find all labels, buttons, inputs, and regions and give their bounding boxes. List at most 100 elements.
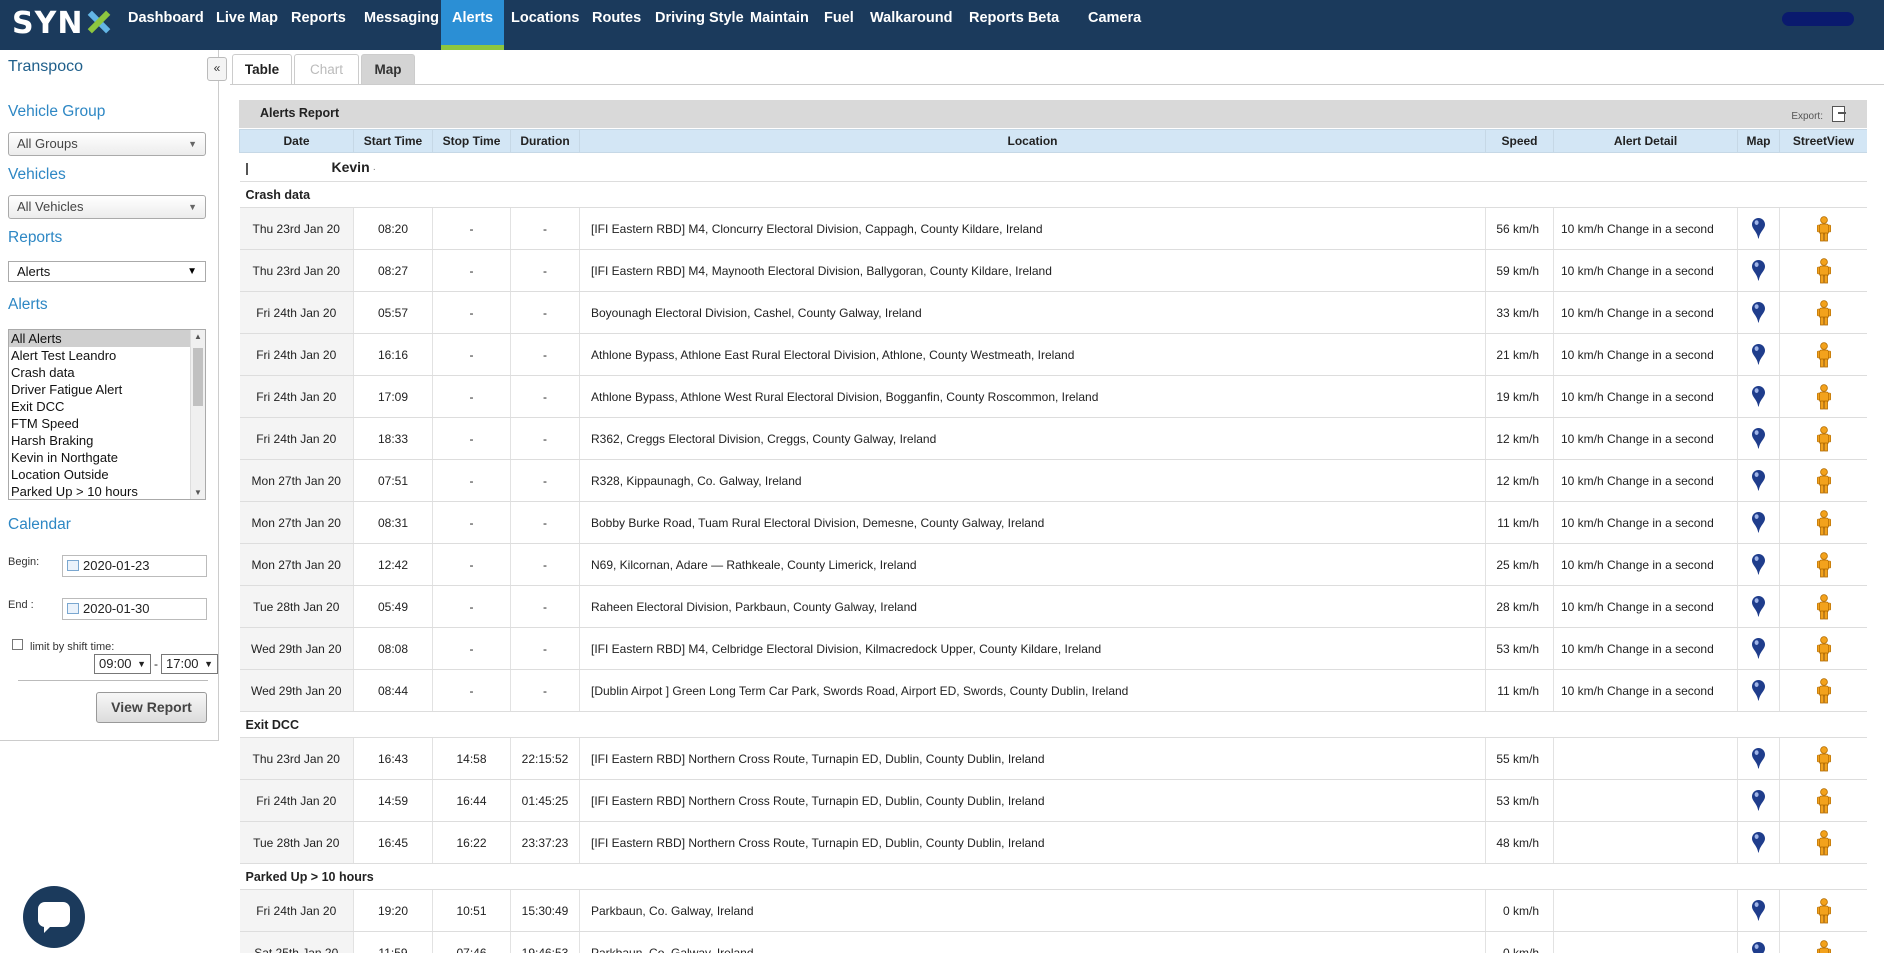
- calendar-icon[interactable]: [67, 603, 79, 614]
- table-row[interactable]: Fri 24th Jan 20 19:20 10:51 15:30:49 Parkbau…: [239, 889, 1867, 932]
- streetview-person-icon[interactable]: [1816, 897, 1832, 923]
- map-pin-icon[interactable]: [1752, 900, 1765, 921]
- map-pin-icon[interactable]: [1752, 302, 1765, 323]
- map-cell[interactable]: [1737, 291, 1780, 334]
- table-row[interactable]: Mon 27th Jan 20 07:51- - R328, Kippaunagh, …: [239, 459, 1867, 502]
- map-pin-icon[interactable]: [1752, 790, 1765, 811]
- table-row[interactable]: Wed 29th Jan 20 08:08- - [IFI Eastern RBD] …: [239, 627, 1867, 670]
- map-cell[interactable]: [1737, 249, 1780, 292]
- shift-time-checkbox[interactable]: [12, 639, 23, 650]
- map-cell[interactable]: [1737, 333, 1780, 376]
- alert-option[interactable]: Crash data: [9, 364, 205, 381]
- tab-map[interactable]: Map: [361, 54, 415, 84]
- streetview-cell[interactable]: [1779, 375, 1867, 418]
- streetview-cell[interactable]: [1779, 291, 1867, 334]
- vehicle-group-select[interactable]: All Groups ▼: [8, 132, 206, 156]
- streetview-cell[interactable]: [1779, 931, 1867, 953]
- streetview-cell[interactable]: [1779, 417, 1867, 460]
- table-row[interactable]: Thu 23rd Jan 20 08:27- - [IFI Eastern RBD] …: [239, 249, 1867, 292]
- user-account-menu[interactable]: [1782, 12, 1854, 26]
- nav-item-camera[interactable]: Camera: [1077, 0, 1152, 50]
- alert-option[interactable]: All Alerts: [9, 330, 205, 347]
- shift-start-select[interactable]: 09:00 ▼: [94, 654, 151, 674]
- streetview-person-icon[interactable]: [1816, 939, 1832, 953]
- alert-option[interactable]: Alert Test Leandro: [9, 347, 205, 364]
- map-pin-icon[interactable]: [1752, 470, 1765, 491]
- shift-end-select[interactable]: 17:00 ▼: [161, 654, 218, 674]
- streetview-cell[interactable]: [1779, 779, 1867, 822]
- column-header-duration[interactable]: Duration: [510, 129, 580, 153]
- streetview-cell[interactable]: [1779, 627, 1867, 670]
- map-cell[interactable]: [1737, 417, 1780, 460]
- alert-option[interactable]: FTM Speed: [9, 415, 205, 432]
- alert-option[interactable]: Driver Fatigue Alert: [9, 381, 205, 398]
- streetview-person-icon[interactable]: [1816, 787, 1832, 813]
- streetview-cell[interactable]: [1779, 501, 1867, 544]
- chat-bubble-icon[interactable]: [23, 886, 85, 948]
- column-header-alert-detail[interactable]: Alert Detail: [1553, 129, 1738, 153]
- scroll-thumb[interactable]: [193, 348, 203, 406]
- table-row[interactable]: Tue 28th Jan 20 16:45 16:22 23:37:23 [IFI Ea…: [239, 821, 1867, 864]
- table-row[interactable]: Sat 25th Jan 20 11:59 07:46 19:46:53 Parkbau…: [239, 931, 1867, 953]
- streetview-person-icon[interactable]: [1816, 383, 1832, 409]
- streetview-cell[interactable]: [1779, 207, 1867, 250]
- map-cell[interactable]: [1737, 543, 1780, 586]
- streetview-person-icon[interactable]: [1816, 635, 1832, 661]
- nav-item-messaging[interactable]: Messaging: [353, 0, 450, 50]
- streetview-person-icon[interactable]: [1816, 215, 1832, 241]
- streetview-person-icon[interactable]: [1816, 677, 1832, 703]
- table-row[interactable]: Fri 24th Jan 20 16:16- - Athlone Bypass, At…: [239, 333, 1867, 376]
- begin-date-input[interactable]: 2020-01-23: [62, 555, 207, 577]
- column-header-map[interactable]: Map: [1737, 129, 1780, 153]
- map-pin-icon[interactable]: [1752, 680, 1765, 701]
- alert-option[interactable]: Location Outside: [9, 466, 205, 483]
- view-report-button[interactable]: View Report: [96, 692, 207, 723]
- streetview-cell[interactable]: [1779, 249, 1867, 292]
- nav-item-locations[interactable]: Locations: [500, 0, 590, 50]
- streetview-person-icon[interactable]: [1816, 593, 1832, 619]
- tab-chart[interactable]: Chart: [294, 54, 359, 84]
- calendar-icon[interactable]: [67, 560, 79, 571]
- map-pin-icon[interactable]: [1752, 218, 1765, 239]
- table-row[interactable]: Fri 24th Jan 20 17:09- - Athlone Bypass, At…: [239, 375, 1867, 418]
- map-cell[interactable]: [1737, 889, 1780, 932]
- alerts-multiselect-list[interactable]: All Alerts Alert Test Leandro Crash data Dr…: [8, 329, 206, 500]
- column-header-date[interactable]: Date: [239, 129, 354, 153]
- streetview-person-icon[interactable]: [1816, 829, 1832, 855]
- column-header-streetview[interactable]: StreetView: [1779, 129, 1867, 153]
- export-icon[interactable]: [1832, 106, 1846, 122]
- streetview-cell[interactable]: [1779, 669, 1867, 712]
- collapse-sidebar-button[interactable]: «: [207, 57, 227, 81]
- alerts-list-scrollbar[interactable]: ▲ ▼: [190, 330, 205, 499]
- map-pin-icon[interactable]: [1752, 512, 1765, 533]
- map-cell[interactable]: [1737, 207, 1780, 250]
- map-pin-icon[interactable]: [1752, 942, 1765, 953]
- map-pin-icon[interactable]: [1752, 554, 1765, 575]
- reports-select[interactable]: Alerts ▼: [8, 261, 206, 282]
- map-cell[interactable]: [1737, 501, 1780, 544]
- map-pin-icon[interactable]: [1752, 832, 1765, 853]
- table-row[interactable]: Thu 23rd Jan 20 08:20- - [IFI Eastern RBD] …: [239, 207, 1867, 250]
- map-pin-icon[interactable]: [1752, 386, 1765, 407]
- map-cell[interactable]: [1737, 821, 1780, 864]
- streetview-person-icon[interactable]: [1816, 341, 1832, 367]
- alert-option[interactable]: Exit DCC: [9, 398, 205, 415]
- nav-item-fuel[interactable]: Fuel: [813, 0, 865, 50]
- map-cell[interactable]: [1737, 585, 1780, 628]
- alert-option[interactable]: Parked Up > 10 hours: [9, 483, 205, 499]
- map-pin-icon[interactable]: [1752, 344, 1765, 365]
- map-cell[interactable]: [1737, 737, 1780, 780]
- tab-table[interactable]: Table: [232, 54, 292, 84]
- nav-item-reports-beta[interactable]: Reports Beta: [958, 0, 1070, 50]
- streetview-person-icon[interactable]: [1816, 425, 1832, 451]
- table-row[interactable]: Fri 24th Jan 20 18:33- - R362, Creggs Elect…: [239, 417, 1867, 460]
- table-row[interactable]: Fri 24th Jan 20 14:59 16:44 01:45:25 [IFI Ea…: [239, 779, 1867, 822]
- table-row[interactable]: Wed 29th Jan 20 08:44- - [Dublin Airpot ] G…: [239, 669, 1867, 712]
- streetview-person-icon[interactable]: [1816, 551, 1832, 577]
- streetview-cell[interactable]: [1779, 821, 1867, 864]
- map-pin-icon[interactable]: [1752, 596, 1765, 617]
- nav-item-walkaround[interactable]: Walkaround: [859, 0, 963, 50]
- scroll-up-arrow-icon[interactable]: ▲: [194, 332, 202, 341]
- nav-item-routes[interactable]: Routes: [581, 0, 652, 50]
- map-cell[interactable]: [1737, 669, 1780, 712]
